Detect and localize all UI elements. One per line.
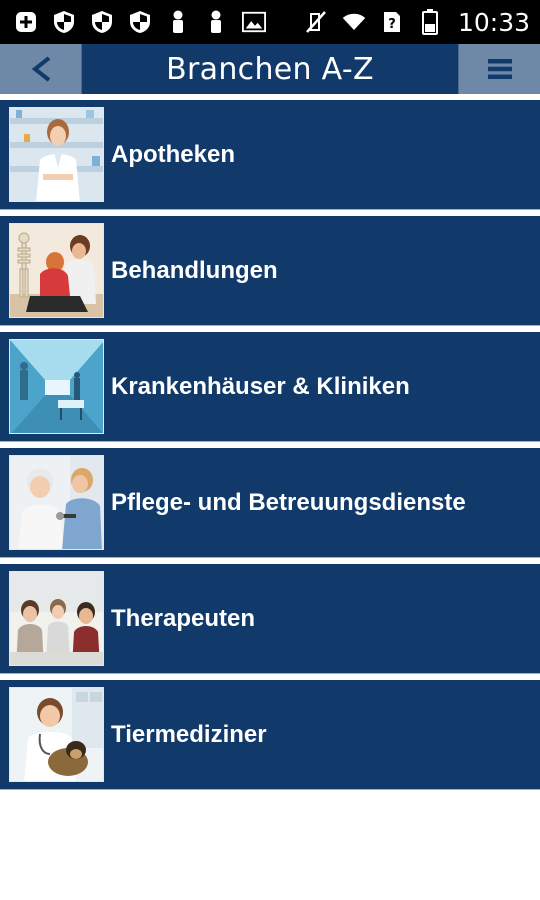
- category-label: Therapeuten: [111, 605, 256, 632]
- list-item-krankenhaeuser[interactable]: Krankenhäuser & Kliniken: [0, 332, 540, 442]
- list-item-tiermediziner[interactable]: Tiermediziner: [0, 680, 540, 790]
- shield-icon: [90, 10, 114, 34]
- physiotherapy-photo: [9, 223, 104, 318]
- notification-icons: [14, 10, 266, 34]
- svg-text:?: ?: [388, 17, 396, 32]
- plus-notification-icon: [14, 10, 38, 34]
- hospital-corridor-photo: [9, 339, 104, 434]
- app-header: Branchen A-Z: [0, 44, 540, 94]
- list-item-behandlungen[interactable]: Behandlungen: [0, 216, 540, 326]
- mute-icon: [304, 10, 328, 34]
- category-label: Krankenhäuser & Kliniken: [111, 373, 410, 400]
- category-list: Apotheken Behandlungen Krankenhäuser & K…: [0, 94, 540, 790]
- elderly-care-photo: [9, 455, 104, 550]
- system-icons: ? 10:33: [304, 8, 530, 37]
- list-item-apotheken[interactable]: Apotheken: [0, 100, 540, 210]
- shield-icon: [128, 10, 152, 34]
- clock-time: 10:33: [457, 7, 530, 37]
- person-icon: [204, 10, 228, 34]
- image-icon: [242, 10, 266, 34]
- category-label: Pflege- und Betreuungsdienste: [111, 489, 466, 516]
- status-bar: ? 10:33: [0, 0, 540, 44]
- battery-icon: [418, 9, 442, 35]
- unknown-sim-icon: ?: [380, 10, 404, 34]
- back-arrow-icon: [31, 56, 50, 82]
- back-button[interactable]: [0, 44, 82, 94]
- category-label: Apotheken: [111, 141, 236, 168]
- category-label: Behandlungen: [111, 257, 278, 284]
- list-item-therapeuten[interactable]: Therapeuten: [0, 564, 540, 674]
- veterinarian-photo: [9, 687, 104, 782]
- person-icon: [166, 10, 190, 34]
- wifi-icon: [342, 10, 366, 34]
- menu-button[interactable]: [458, 44, 540, 94]
- shield-icon: [52, 10, 76, 34]
- group-therapy-photo: [9, 571, 104, 666]
- list-item-pflege[interactable]: Pflege- und Betreuungsdienste: [0, 448, 540, 558]
- hamburger-menu-icon: [487, 59, 512, 79]
- category-label: Tiermediziner: [111, 721, 267, 748]
- page-title: Branchen A-Z: [166, 51, 374, 87]
- pharmacist-photo: [9, 107, 104, 202]
